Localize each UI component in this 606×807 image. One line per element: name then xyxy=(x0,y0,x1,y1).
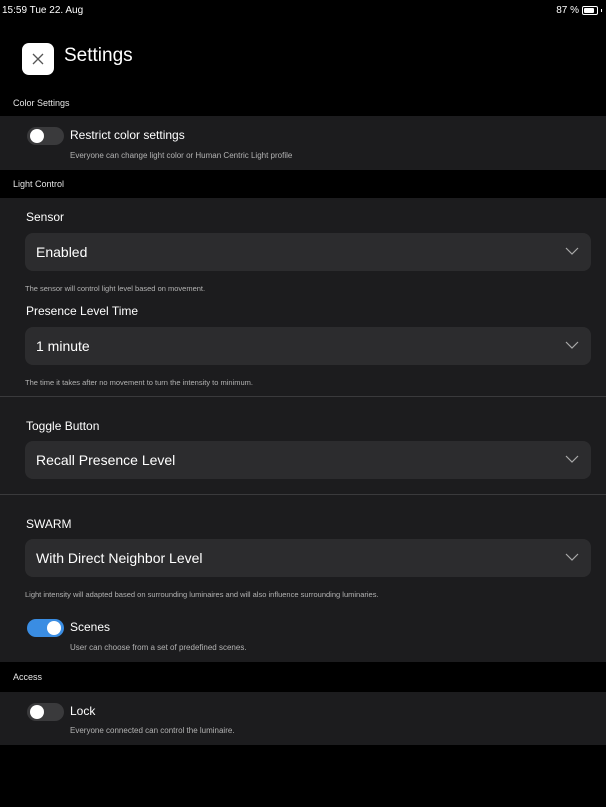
divider xyxy=(0,494,606,495)
lock-row: Lock Everyone connected can control the … xyxy=(0,692,606,745)
scenes-title: Scenes xyxy=(70,620,111,634)
section-header-light: Light Control xyxy=(0,170,606,198)
status-time: 15:59 Tue 22. Aug xyxy=(2,5,84,16)
battery-percentage: 87 % xyxy=(556,5,579,16)
lock-desc: Everyone connected can control the lumin… xyxy=(70,726,235,735)
section-header-color: Color Settings xyxy=(0,90,606,116)
close-button[interactable] xyxy=(22,43,54,75)
swarm-select[interactable]: With Direct Neighbor Level xyxy=(25,539,591,577)
swarm-helper: Light intensity will adapted based on su… xyxy=(25,590,379,599)
swarm-label: SWARM xyxy=(26,517,72,531)
divider xyxy=(0,396,606,397)
close-icon xyxy=(32,53,44,65)
toggle-button-value: Recall Presence Level xyxy=(36,452,176,468)
header: Settings xyxy=(0,40,606,75)
chevron-down-icon xyxy=(565,247,579,255)
sensor-value: Enabled xyxy=(36,244,88,260)
light-control-panel: Sensor Enabled The sensor will control l… xyxy=(0,198,606,662)
lock-title: Lock xyxy=(70,704,96,718)
chevron-down-icon xyxy=(565,553,579,561)
toggle-button-select[interactable]: Recall Presence Level xyxy=(25,441,591,479)
section-header-access: Access xyxy=(0,662,606,692)
sensor-label: Sensor xyxy=(26,210,65,224)
battery-tip xyxy=(601,9,602,12)
chevron-down-icon xyxy=(565,341,579,349)
presence-value: 1 minute xyxy=(36,338,90,354)
restrict-color-toggle[interactable] xyxy=(27,127,64,145)
chevron-down-icon xyxy=(565,455,579,463)
presence-helper: The time it takes after no movement to t… xyxy=(25,378,254,387)
sensor-helper: The sensor will control light level base… xyxy=(25,284,206,293)
sensor-select[interactable]: Enabled xyxy=(25,233,591,271)
toggle-button-label: Toggle Button xyxy=(26,419,100,433)
lock-toggle[interactable] xyxy=(27,703,64,721)
swarm-value: With Direct Neighbor Level xyxy=(36,550,203,566)
presence-label: Presence Level Time xyxy=(26,304,139,318)
status-bar: 15:59 Tue 22. Aug 87 % xyxy=(0,0,606,18)
scenes-toggle[interactable] xyxy=(27,619,64,637)
presence-select[interactable]: 1 minute xyxy=(25,327,591,365)
scenes-desc: User can choose from a set of predefined… xyxy=(70,643,247,652)
restrict-color-row: Restrict color settings Everyone can cha… xyxy=(0,116,606,170)
status-right: 87 % xyxy=(556,5,602,16)
page-title: Settings xyxy=(64,45,133,66)
restrict-color-title: Restrict color settings xyxy=(70,128,185,142)
battery-icon xyxy=(582,6,598,15)
restrict-color-desc: Everyone can change light color or Human… xyxy=(70,151,293,160)
